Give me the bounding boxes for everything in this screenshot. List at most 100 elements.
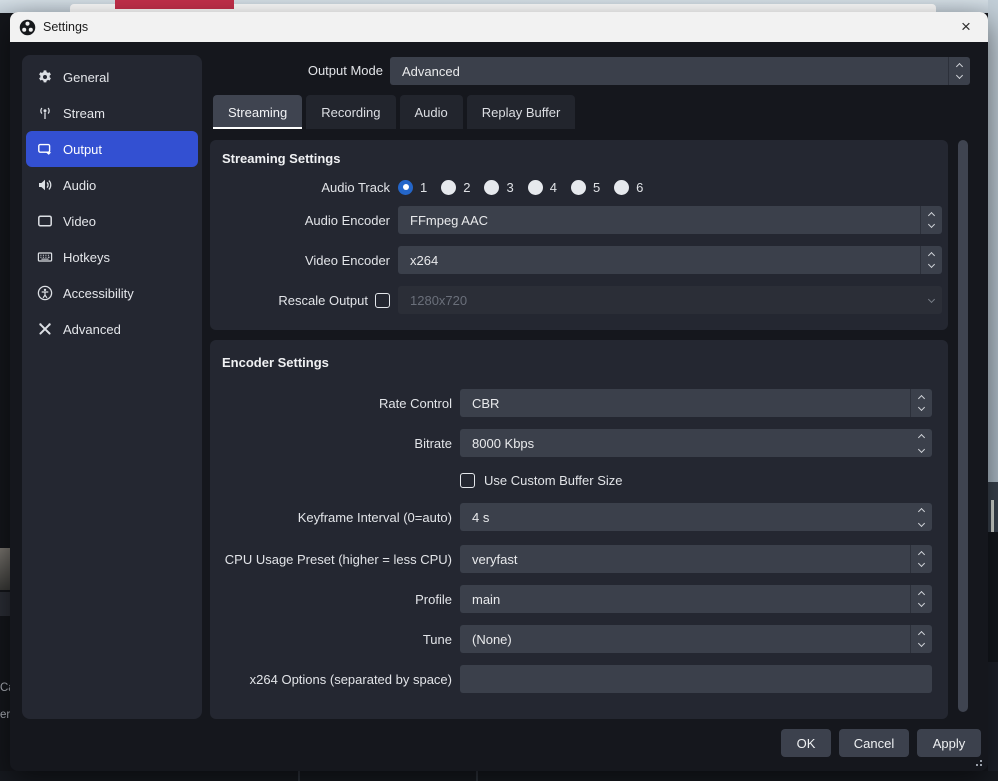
dropdown-spinner[interactable] [910, 545, 932, 573]
resize-grip-icon[interactable] [980, 764, 982, 766]
audio-track-option-4[interactable]: 4 [528, 180, 557, 195]
cpu-usage-preset-row: CPU Usage Preset (higher = less CPU) ver… [210, 545, 932, 573]
sidebar-item-video[interactable]: Video [26, 203, 198, 239]
chevron-down-icon [918, 404, 925, 411]
chevron-down-icon [927, 295, 934, 302]
audio-track-option-3[interactable]: 3 [484, 180, 513, 195]
rescale-output-label: Rescale Output [278, 293, 368, 308]
dropdown-spinner [920, 286, 942, 314]
apply-button[interactable]: Apply [917, 729, 981, 757]
audio-encoder-select[interactable]: FFmpeg AAC [398, 206, 942, 234]
audio-track-radios: 1 2 3 4 5 6 [398, 180, 643, 195]
sidebar-item-label: General [63, 70, 109, 85]
profile-label: Profile [210, 592, 452, 607]
dropdown-spinner[interactable] [948, 57, 970, 85]
profile-value: main [472, 592, 500, 607]
dropdown-spinner[interactable] [920, 206, 942, 234]
audio-encoder-label: Audio Encoder [210, 213, 390, 228]
background-divider [298, 771, 300, 781]
radio[interactable] [484, 180, 499, 195]
chevron-up-icon [918, 551, 925, 558]
x264-options-row: x264 Options (separated by space) [210, 665, 932, 693]
dropdown-spinner[interactable] [910, 389, 932, 417]
radio[interactable] [614, 180, 629, 195]
cpu-usage-preset-label: CPU Usage Preset (higher = less CPU) [210, 552, 452, 567]
dropdown-spinner[interactable] [910, 585, 932, 613]
window-title: Settings [43, 20, 88, 34]
audio-track-option-6[interactable]: 6 [614, 180, 643, 195]
use-custom-buffer-checkbox[interactable] [460, 473, 475, 488]
audio-track-option-5[interactable]: 5 [571, 180, 600, 195]
ok-button[interactable]: OK [781, 729, 831, 757]
bitrate-row: Bitrate 8000 Kbps [210, 429, 932, 457]
encoder-settings-panel: Encoder Settings Rate Control CBR Bitrat… [210, 340, 948, 719]
tab-recording[interactable]: Recording [306, 95, 395, 129]
settings-body: General Stream Output Audio Video [10, 42, 988, 771]
chevron-down-icon [918, 560, 925, 567]
radio[interactable] [528, 180, 543, 195]
close-icon[interactable]: × [944, 12, 988, 42]
sidebar-item-label: Advanced [63, 322, 121, 337]
background-left-photo [0, 548, 10, 590]
chevron-up-icon [928, 252, 935, 259]
tab-replay-buffer[interactable]: Replay Buffer [467, 95, 576, 129]
sidebar-item-output[interactable]: Output [26, 131, 198, 167]
rescale-output-checkbox[interactable] [375, 293, 390, 308]
chevron-down-icon [928, 221, 935, 228]
spinbox-arrows[interactable] [910, 503, 932, 531]
tune-select[interactable]: (None) [460, 625, 932, 653]
radio-label: 6 [636, 180, 643, 195]
x264-options-input[interactable] [460, 665, 932, 693]
cancel-button[interactable]: Cancel [839, 729, 909, 757]
profile-select[interactable]: main [460, 585, 932, 613]
rescale-output-row: Rescale Output 1280x720 [210, 286, 942, 314]
sidebar-item-audio[interactable]: Audio [26, 167, 198, 203]
chevron-down-icon [917, 519, 924, 526]
bitrate-value: 8000 Kbps [472, 436, 534, 451]
keyframe-interval-spinbox[interactable]: 4 s [460, 503, 932, 531]
tools-icon [37, 321, 53, 337]
settings-window: Settings × General Stream Output [10, 12, 988, 771]
sidebar-item-accessibility[interactable]: Accessibility [26, 275, 198, 311]
use-custom-buffer-label: Use Custom Buffer Size [484, 473, 622, 488]
background-bottom-strip [0, 771, 998, 781]
sidebar-item-label: Output [63, 142, 102, 157]
tune-label: Tune [210, 632, 452, 647]
chevron-down-icon [917, 445, 924, 452]
sidebar-item-advanced[interactable]: Advanced [26, 311, 198, 347]
audio-track-option-2[interactable]: 2 [441, 180, 470, 195]
broadcast-icon [37, 105, 53, 121]
spinbox-arrows[interactable] [910, 429, 932, 457]
radio[interactable] [571, 180, 586, 195]
radio[interactable] [441, 180, 456, 195]
rate-control-select[interactable]: CBR [460, 389, 932, 417]
tab-streaming[interactable]: Streaming [213, 95, 302, 129]
dropdown-spinner[interactable] [920, 246, 942, 274]
title-bar[interactable]: Settings × [10, 12, 988, 42]
sidebar-item-stream[interactable]: Stream [26, 95, 198, 131]
audio-track-option-1[interactable]: 1 [398, 180, 427, 195]
sidebar-item-label: Stream [63, 106, 105, 121]
chevron-up-icon [918, 591, 925, 598]
section-title: Encoder Settings [210, 340, 948, 370]
chevron-up-icon [918, 395, 925, 402]
bitrate-spinbox[interactable]: 8000 Kbps [460, 429, 932, 457]
cpu-usage-preset-select[interactable]: veryfast [460, 545, 932, 573]
dropdown-spinner[interactable] [910, 625, 932, 653]
video-encoder-select[interactable]: x264 [398, 246, 942, 274]
radio-selected[interactable] [398, 180, 413, 195]
rate-control-row: Rate Control CBR [210, 389, 932, 417]
chevron-up-icon [918, 631, 925, 638]
video-encoder-label: Video Encoder [210, 253, 390, 268]
sidebar-item-hotkeys[interactable]: Hotkeys [26, 239, 198, 275]
sidebar-item-label: Video [63, 214, 96, 229]
background-right-sky [988, 0, 998, 482]
output-mode-select[interactable]: Advanced [390, 57, 970, 85]
x264-options-label: x264 Options (separated by space) [210, 672, 452, 687]
rescale-output-label-group: Rescale Output [210, 293, 390, 308]
display-icon [37, 213, 53, 229]
tab-audio[interactable]: Audio [400, 95, 463, 129]
sidebar-item-label: Audio [63, 178, 96, 193]
streaming-settings-panel: Streaming Settings Audio Track 1 2 3 4 5… [210, 140, 948, 330]
scrollbar-thumb[interactable] [958, 140, 968, 712]
